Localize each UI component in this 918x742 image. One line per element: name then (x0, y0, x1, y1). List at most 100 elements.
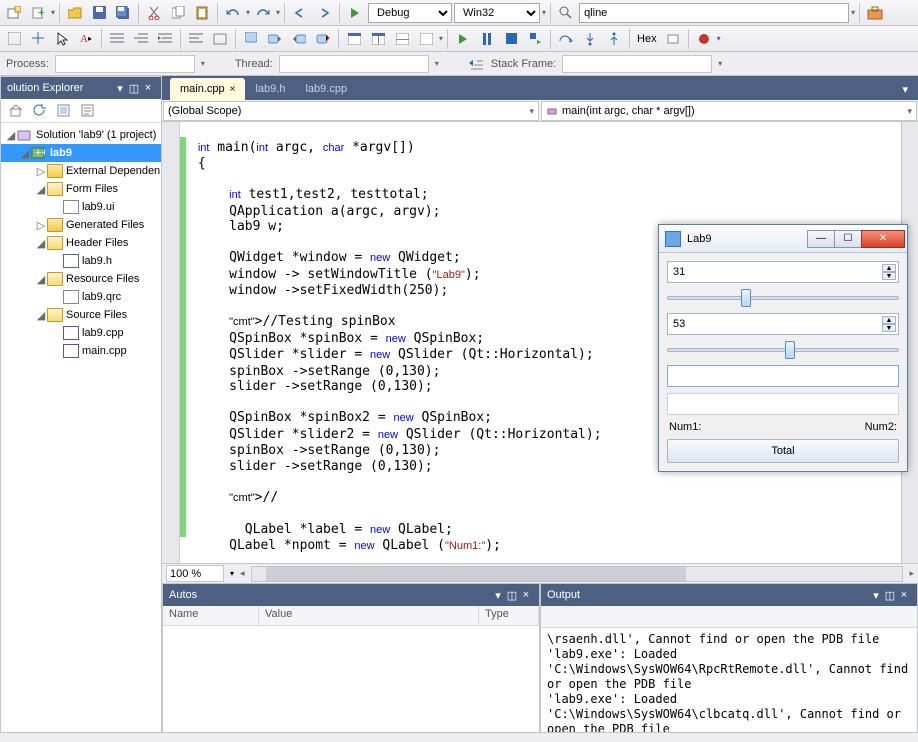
output-text[interactable]: \rsaenh.dll', Cannot find or open the PD… (541, 628, 917, 732)
tool-b[interactable] (27, 28, 49, 50)
zoom-combo[interactable] (166, 565, 224, 582)
solution-tree[interactable]: ◢Solution 'lab9' (1 project) ◢++lab9 ▷Ex… (1, 123, 161, 732)
tab-lab9-h[interactable]: lab9.h (245, 78, 295, 100)
save-button[interactable] (88, 2, 110, 24)
open-file-button[interactable] (64, 2, 86, 24)
folder-external[interactable]: ▷External Dependen (1, 162, 161, 180)
spin-up-icon[interactable]: ▲ (882, 264, 896, 272)
uncomment-button[interactable] (209, 28, 231, 50)
slider-1-handle[interactable] (741, 289, 751, 307)
comment-button[interactable] (185, 28, 207, 50)
slider-1[interactable] (667, 289, 899, 307)
debug-continue[interactable] (452, 28, 474, 50)
new-project-button[interactable] (3, 2, 25, 24)
step-into[interactable] (579, 28, 601, 50)
toolbox-button[interactable] (864, 2, 886, 24)
file-main-cpp[interactable]: main.cpp (1, 342, 161, 360)
total-button[interactable]: Total (667, 439, 899, 463)
slider-2-handle[interactable] (785, 341, 795, 359)
indent-in-button[interactable] (130, 28, 152, 50)
spinbox-1[interactable]: 31 ▲▼ (667, 261, 899, 283)
config-combo[interactable]: Debug (368, 3, 452, 23)
bookmark-next[interactable] (288, 28, 310, 50)
qt-lab9-window[interactable]: Lab9 — ☐ ✕ 31 ▲▼ 53 ▲▼ Num1: Num2: Total (658, 224, 908, 472)
step-over[interactable] (555, 28, 577, 50)
window-d[interactable] (415, 28, 437, 50)
debug-pause[interactable] (476, 28, 498, 50)
folder-generated[interactable]: ▷Generated Files (1, 216, 161, 234)
tab-overflow[interactable]: ▾ (892, 78, 918, 100)
close-icon[interactable]: × (897, 589, 911, 601)
folder-form[interactable]: ◢Form Files (1, 180, 161, 198)
slider-2[interactable] (667, 341, 899, 359)
thread-field[interactable] (279, 55, 429, 73)
lineedit-1[interactable] (667, 365, 899, 387)
navigate-fwd-button[interactable] (313, 2, 335, 24)
bookmark-prev[interactable] (264, 28, 286, 50)
copy-button[interactable] (167, 2, 189, 24)
bookmark-button[interactable] (240, 28, 262, 50)
breakpoint-button[interactable] (693, 28, 715, 50)
col-name[interactable]: Name (163, 606, 259, 625)
navigate-back-button[interactable] (289, 2, 311, 24)
window-b[interactable] (367, 28, 389, 50)
scope-combo[interactable]: (Global Scope) (163, 101, 539, 121)
step-out[interactable] (603, 28, 625, 50)
lineedit-2[interactable] (667, 393, 899, 415)
tab-lab9-cpp[interactable]: lab9.cpp (295, 78, 357, 100)
process-field[interactable] (55, 55, 195, 73)
debug-restart[interactable] (524, 28, 546, 50)
window-c[interactable] (391, 28, 413, 50)
stackframe-field[interactable] (562, 55, 712, 73)
debug-stop[interactable] (500, 28, 522, 50)
redo-button[interactable] (252, 2, 274, 24)
bookmark-clear[interactable] (312, 28, 334, 50)
indent-out-button[interactable] (106, 28, 128, 50)
dropdown-icon[interactable]: ▾ (113, 82, 127, 95)
col-type[interactable]: Type (479, 606, 539, 625)
platform-combo[interactable]: Win32 (454, 3, 540, 23)
file-lab9-h[interactable]: lab9.h (1, 252, 161, 270)
file-lab9-qrc[interactable]: lab9.qrc (1, 288, 161, 306)
tab-main-cpp[interactable]: main.cpp× (170, 78, 245, 100)
spin-up-icon[interactable]: ▲ (882, 316, 896, 324)
cut-button[interactable] (143, 2, 165, 24)
dropdown-icon[interactable]: ▾ (869, 589, 883, 602)
spin-down-icon[interactable]: ▼ (882, 272, 896, 280)
close-icon[interactable]: × (230, 84, 236, 95)
solution-node[interactable]: ◢Solution 'lab9' (1 project) (1, 126, 161, 144)
add-item-button[interactable]: + (27, 2, 49, 24)
undo-button[interactable] (222, 2, 244, 24)
hscrollbar[interactable] (251, 566, 904, 582)
dropdown-icon[interactable]: ▾ (491, 589, 505, 602)
autos-grid-body[interactable] (163, 626, 539, 732)
col-value[interactable]: Value (259, 606, 479, 625)
refresh-button[interactable] (28, 100, 50, 122)
project-node[interactable]: ◢++lab9 (1, 144, 161, 162)
spinbox-2[interactable]: 53 ▲▼ (667, 313, 899, 335)
tool-a[interactable] (3, 28, 25, 50)
folder-source[interactable]: ◢Source Files (1, 306, 161, 324)
outdent-button[interactable] (154, 28, 176, 50)
start-debug-button[interactable] (344, 2, 366, 24)
show-all-button[interactable] (52, 100, 74, 122)
close-icon[interactable]: × (519, 589, 533, 601)
properties-button[interactable] (76, 100, 98, 122)
text-tool[interactable]: A▸ (75, 28, 97, 50)
spin-down-icon[interactable]: ▼ (882, 324, 896, 332)
member-combo[interactable]: main(int argc, char * argv[]) (541, 101, 917, 121)
pin-icon[interactable]: ◫ (883, 589, 897, 602)
maximize-button[interactable]: ☐ (834, 230, 862, 248)
pin-icon[interactable]: ◫ (127, 82, 141, 95)
paste-button[interactable] (191, 2, 213, 24)
window-a[interactable] (343, 28, 365, 50)
folder-header[interactable]: ◢Header Files (1, 234, 161, 252)
file-lab9-ui[interactable]: lab9.ui (1, 198, 161, 216)
pin-icon[interactable]: ◫ (505, 589, 519, 602)
find-button[interactable] (555, 2, 577, 24)
qt-titlebar[interactable]: Lab9 — ☐ ✕ (659, 225, 907, 253)
pointer-tool[interactable] (51, 28, 73, 50)
save-all-button[interactable] (112, 2, 134, 24)
folder-resource[interactable]: ◢Resource Files (1, 270, 161, 288)
minimize-button[interactable]: — (807, 230, 835, 248)
